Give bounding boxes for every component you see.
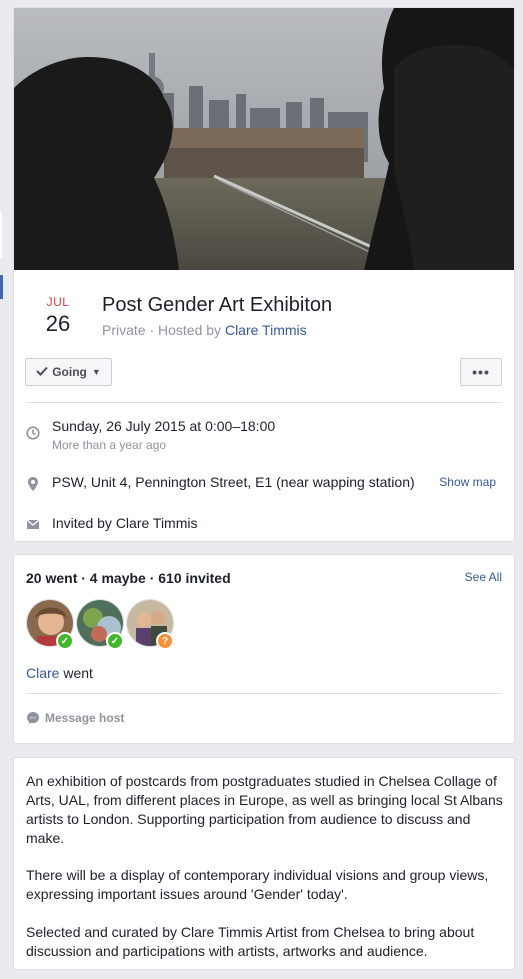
divider xyxy=(26,693,502,694)
description-card: An exhibition of postcards from postgrad… xyxy=(13,757,515,970)
event-date-badge: JUL 26 xyxy=(32,295,84,337)
cover-photo-image xyxy=(14,8,514,270)
event-title: Post Gender Art Exhibiton xyxy=(102,294,333,316)
event-location-row: PSW, Unit 4, Pennington Street, E1 (near… xyxy=(26,474,502,494)
messenger-icon xyxy=(27,712,39,724)
left-edge xyxy=(0,0,4,979)
event-day: 26 xyxy=(45,311,71,336)
edge-marker xyxy=(0,275,3,299)
maybe-question-icon: ? xyxy=(156,632,174,650)
location-pin-icon xyxy=(26,476,42,492)
edge-tick xyxy=(0,212,2,258)
show-map-link[interactable]: Show map xyxy=(439,475,496,489)
description-paragraph: There will be a display of contemporary … xyxy=(26,867,489,902)
clock-icon xyxy=(26,426,42,442)
event-privacy: Private xyxy=(102,322,146,338)
message-host-button[interactable]: Message host xyxy=(26,711,124,725)
host-prefix: · Hosted by xyxy=(145,322,225,338)
check-icon xyxy=(36,365,48,379)
event-header-card: JUL 26 Post Gender Art Exhibiton Private… xyxy=(13,7,515,542)
divider xyxy=(26,402,502,403)
invited-by: Invited by Clare Timmis xyxy=(52,515,198,531)
more-options-button[interactable]: ••• xyxy=(460,358,502,386)
went-check-icon: ✓ xyxy=(56,632,74,650)
went-line: Clare went xyxy=(26,665,93,681)
guest-summary[interactable]: 20 went · 4 maybe · 610 invited xyxy=(26,570,231,586)
event-location[interactable]: PSW, Unit 4, Pennington Street, E1 (near… xyxy=(52,474,415,490)
went-check-icon: ✓ xyxy=(106,632,124,650)
event-time-row: Sunday, 26 July 2015 at 0:00–18:00 More … xyxy=(26,418,502,458)
caret-down-icon: ▼ xyxy=(91,367,101,377)
guests-card: 20 went · 4 maybe · 610 invited See All … xyxy=(13,554,515,744)
going-button[interactable]: Going ▼ xyxy=(25,358,112,386)
envelope-icon xyxy=(26,517,42,533)
event-subtitle: Private · Hosted by Clare Timmis xyxy=(102,322,307,338)
cover-photo[interactable] xyxy=(14,8,514,270)
message-host-label: Message host xyxy=(45,711,125,725)
description-paragraph: An exhibition of postcards from postgrad… xyxy=(26,773,503,846)
host-link[interactable]: Clare Timmis xyxy=(225,322,307,338)
went-guest-name[interactable]: Clare xyxy=(26,665,59,681)
description-paragraph: Selected and curated by Clare Timmis Art… xyxy=(26,924,475,959)
event-invited-row: Invited by Clare Timmis xyxy=(26,515,502,535)
event-datetime: Sunday, 26 July 2015 at 0:00–18:00 xyxy=(52,418,276,434)
went-suffix: went xyxy=(59,665,93,681)
event-month: JUL xyxy=(46,295,70,309)
going-label: Going xyxy=(52,365,87,379)
see-all-link[interactable]: See All xyxy=(465,570,502,584)
event-relative-time: More than a year ago xyxy=(52,438,167,452)
